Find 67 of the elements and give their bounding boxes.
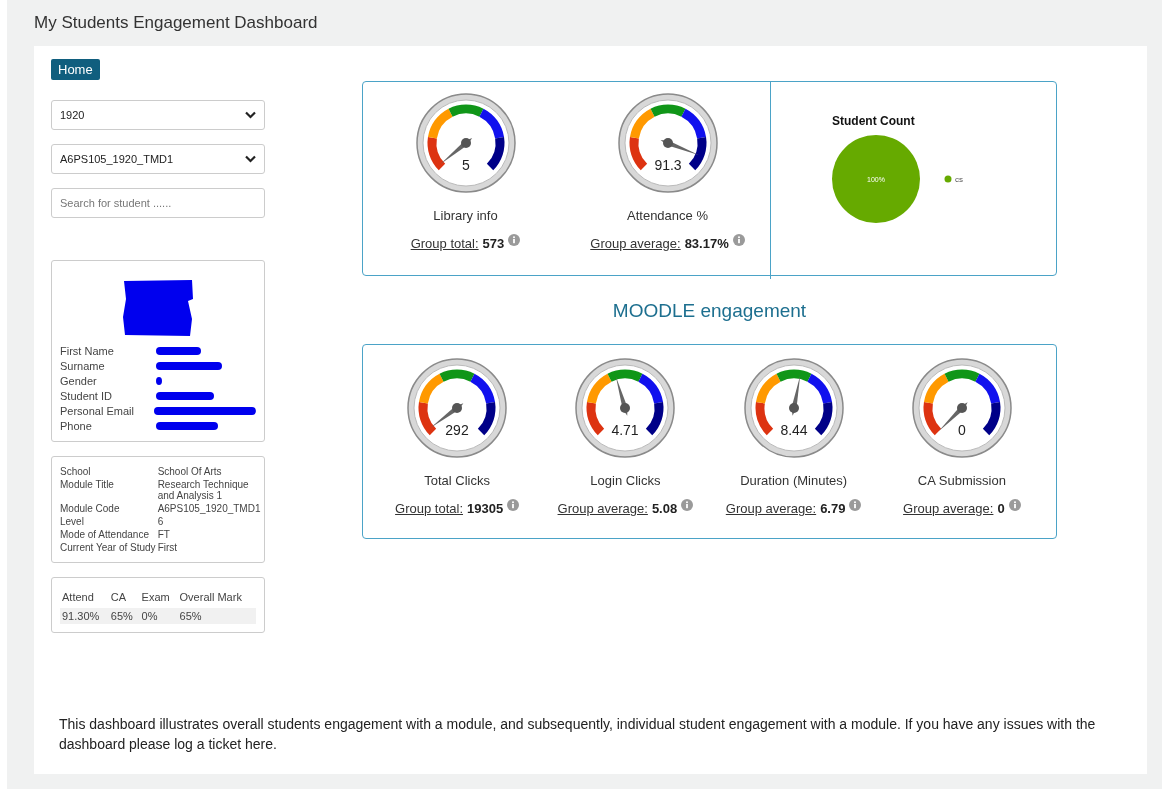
field-value: School Of Arts (157, 465, 223, 478)
column-header: Exam (139, 586, 178, 608)
table-cell: 65% (108, 608, 140, 624)
group-value: 83.17% (684, 236, 729, 251)
field-label: Mode of Attendance (60, 528, 158, 541)
info-icon[interactable] (507, 499, 520, 511)
field-label: Module Title (60, 478, 158, 502)
group-link[interactable]: Group average: (903, 501, 994, 516)
chart-title: Student Count (832, 114, 915, 128)
table-cell: 65% (177, 608, 256, 624)
field-label: Gender (60, 374, 98, 387)
group-value: 6.79 (820, 501, 846, 516)
gauge-value: 292 (445, 422, 469, 438)
field-label: Current Year of Study (60, 541, 158, 554)
info-icon[interactable] (1008, 499, 1021, 511)
gauge-label: Attendance % (627, 208, 708, 223)
gauge-value: 91.3 (653, 157, 682, 173)
column-header: Attend (60, 586, 109, 608)
field-value: 6 (157, 515, 165, 528)
section-heading: MOODLE engagement (612, 300, 807, 322)
footer-text: This dashboard illustrates overall students engagement with a module, and subsequently, individual student engagement with a module. If you have any issues with the dashboard please log a ticket here. (59, 715, 1097, 754)
chevron-icon (245, 155, 256, 163)
field-label: Level (60, 515, 158, 528)
select-field[interactable]: 1920 (51, 100, 265, 130)
group-value: 19305 (467, 501, 504, 516)
field-value: First (157, 541, 179, 554)
select-field[interactable]: A6PS105_1920_TMD1 (51, 144, 265, 174)
group-value: 5.08 (651, 501, 678, 516)
info-icon[interactable] (508, 234, 521, 246)
field-label: Student ID (60, 389, 113, 402)
field-value: Research Technique and Analysis 1 (157, 478, 250, 502)
legend-label: cs (955, 175, 963, 184)
group-link[interactable]: Group total: (395, 501, 463, 516)
group-value: 573 (482, 236, 505, 251)
table-cell: 0% (139, 608, 178, 624)
info-icon[interactable] (732, 234, 745, 246)
field-value: A6PS105_1920_TMD1 (157, 502, 262, 515)
column-header: CA (108, 586, 140, 608)
field-label: Personal Email (60, 404, 135, 417)
home-button[interactable]: Home (51, 59, 100, 80)
group-link[interactable]: Group average: (725, 501, 817, 516)
field-value: FT (157, 528, 171, 541)
field-label: Phone (60, 419, 93, 432)
gauge-label: Login Clicks (590, 473, 661, 488)
gauge-label: Duration (Minutes) (740, 473, 848, 488)
gauge-label: CA Submission (917, 473, 1006, 488)
field-label: Module Code (60, 502, 158, 515)
gauge-value: 0 (958, 422, 966, 438)
gauge-value: 5 (461, 157, 470, 173)
gauge-value: 4.71 (611, 422, 639, 438)
table-cell: 91.30% (60, 608, 109, 624)
column-header: Overall Mark (177, 586, 256, 608)
field-label: Surname (60, 359, 106, 372)
chevron-icon (245, 111, 256, 119)
page-title: My Students Engagement Dashboard (34, 13, 319, 33)
field-label: First Name (60, 344, 115, 357)
field-label: School (60, 465, 158, 478)
gauge-label: Total Clicks (424, 473, 490, 488)
search-field[interactable]: Search for student ...... (51, 188, 265, 218)
group-link[interactable]: Group average: (557, 501, 648, 516)
group-link[interactable]: Group average: (590, 236, 681, 251)
gauge-value: 8.44 (780, 422, 808, 438)
gauge-label: Library info (433, 208, 498, 223)
group-link[interactable]: Group total: (410, 236, 479, 251)
info-icon[interactable] (681, 499, 694, 511)
info-icon[interactable] (849, 499, 862, 511)
group-value: 0 (997, 501, 1005, 516)
